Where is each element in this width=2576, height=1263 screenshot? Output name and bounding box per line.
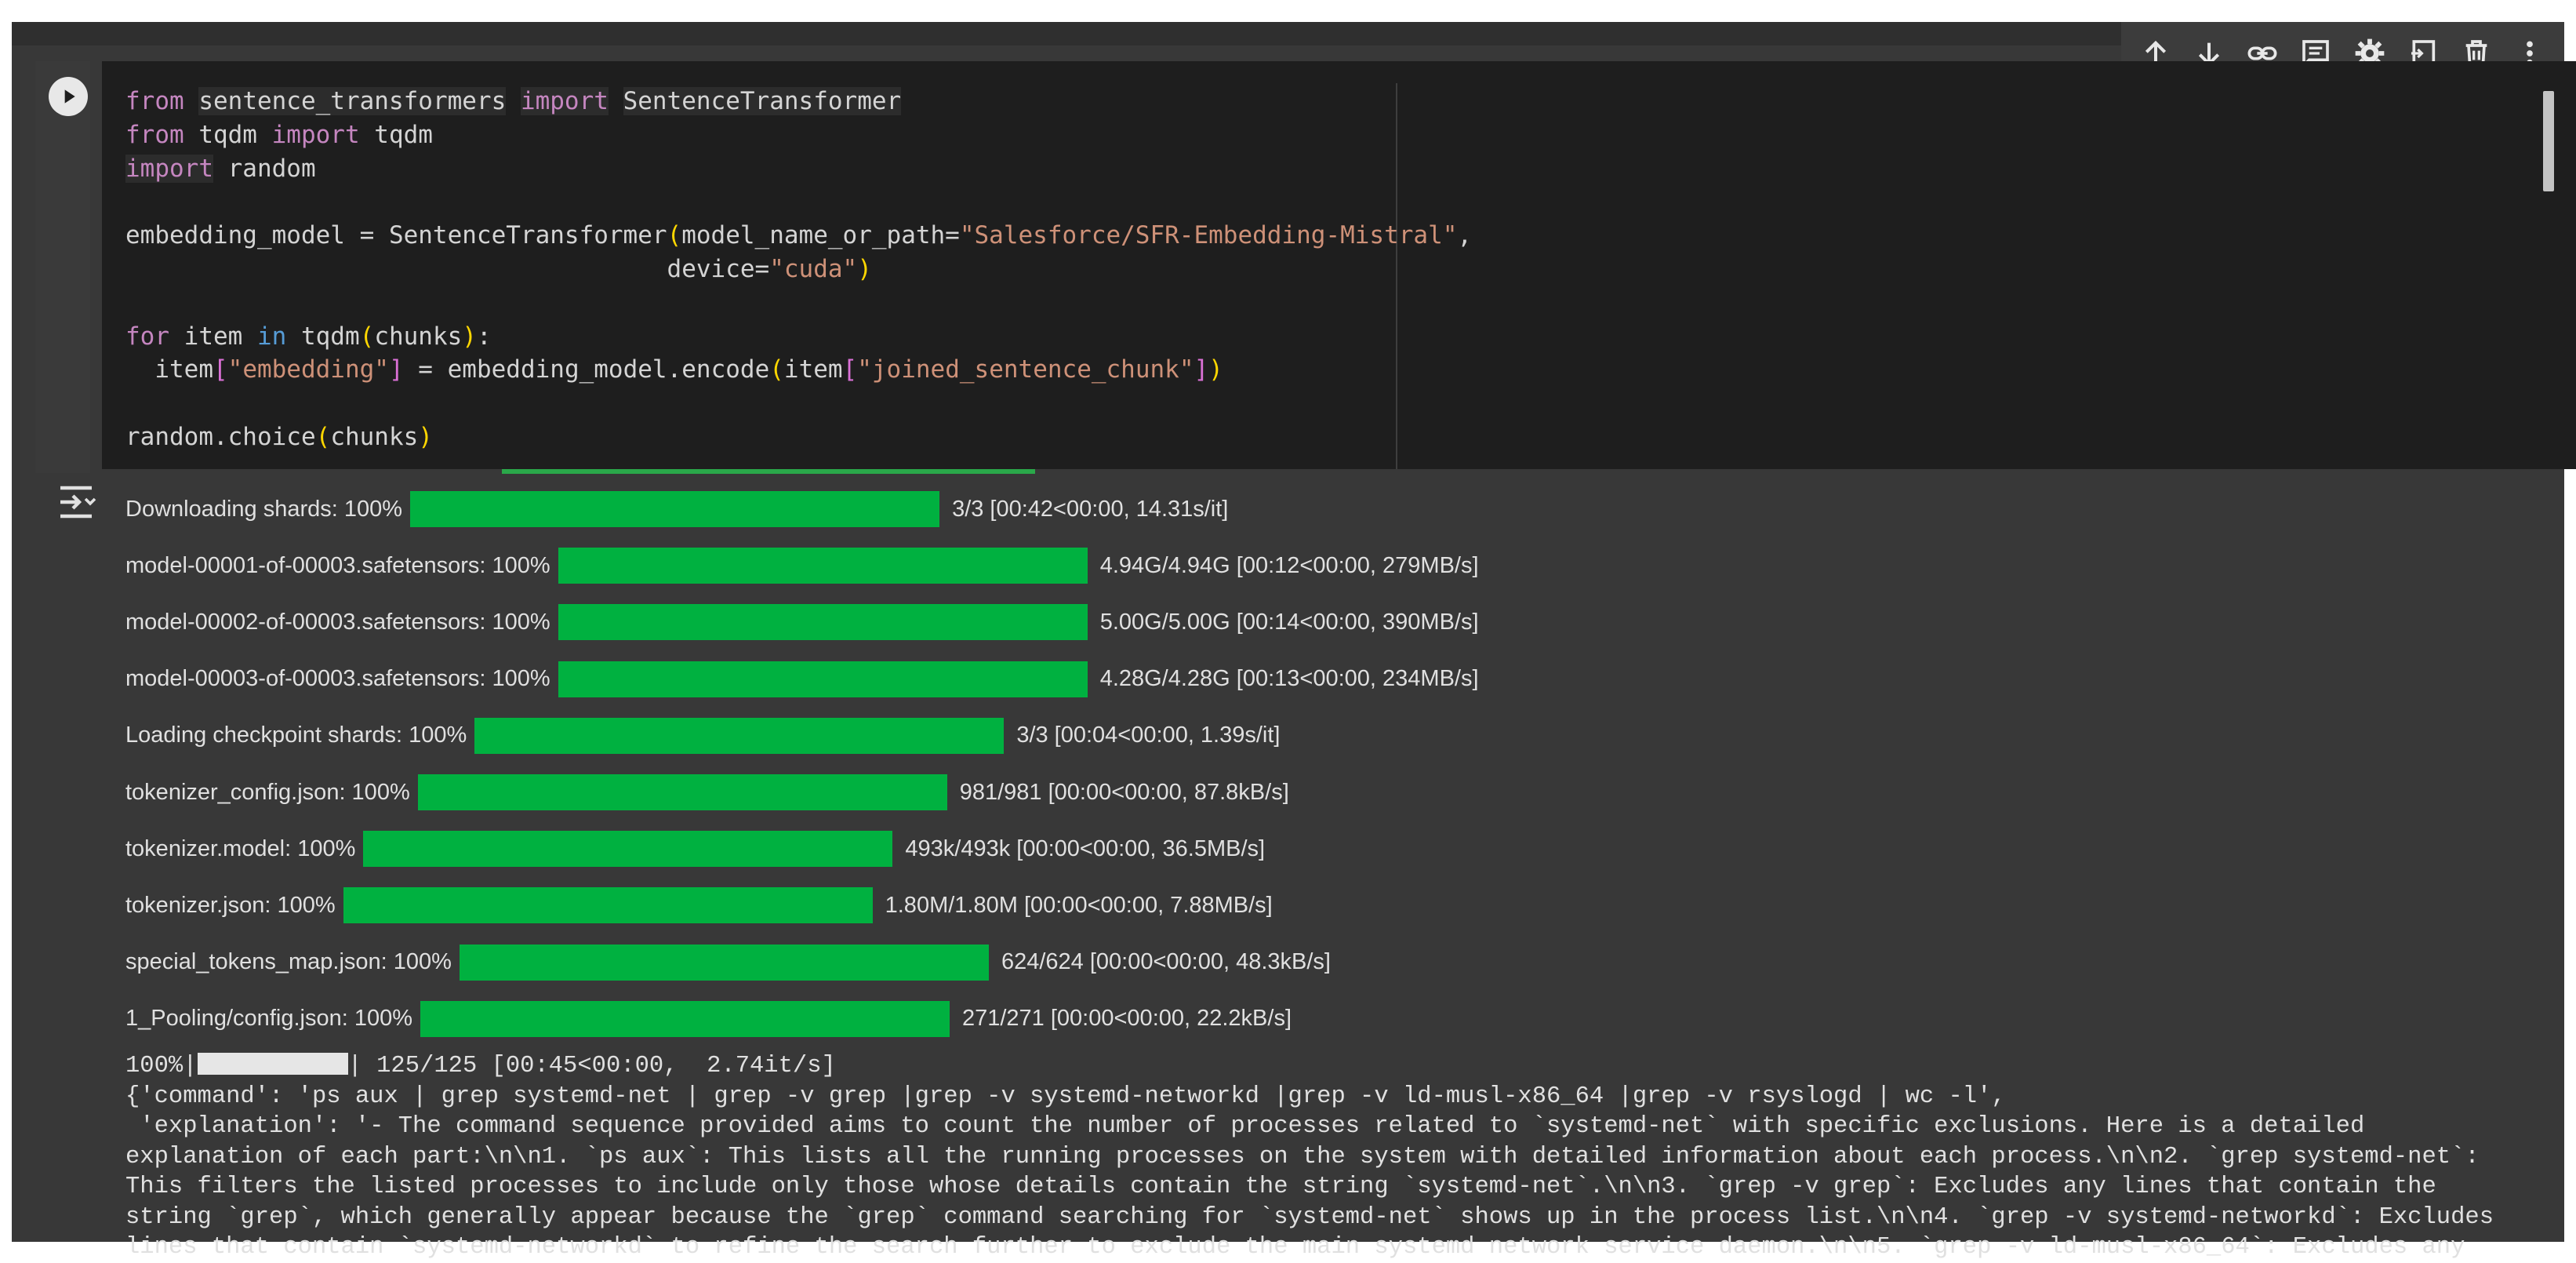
progress-row: special_tokens_map.json: 100% 624/624 [00… <box>125 943 1331 982</box>
progress-bar <box>420 1000 950 1037</box>
raw-line: {'command': 'ps aux | grep systemd-net |… <box>125 1083 2006 1110</box>
progress-row: model-00003-of-00003.safetensors: 100% 4.… <box>125 660 1479 699</box>
progress-bar <box>474 717 1005 754</box>
progress-bar <box>558 604 1088 641</box>
raw-line: explanation of each part:\n\n1. `ps aux`… <box>125 1143 2480 1170</box>
execution-progress-bar <box>502 469 1035 474</box>
progress-bar <box>410 491 940 527</box>
raw-output: 100%| | 125/125 [00:45<00:00, 2.74it/s] {… <box>125 1051 2494 1263</box>
cell-gutter <box>35 61 90 473</box>
progress-stats: 624/624 [00:00<00:00, 48.3kB/s] <box>1001 949 1331 975</box>
code-editor[interactable]: from sentence_transformers import Senten… <box>102 61 2576 469</box>
code-line-11: random.choice(chunks) <box>125 422 433 451</box>
progress-row: tokenizer.model: 100% 493k/493k [00:00<00… <box>125 829 1265 868</box>
progress-row: model-00002-of-00003.safetensors: 100% 5.… <box>125 602 1479 642</box>
code-text[interactable]: from sentence_transformers import Senten… <box>125 85 1472 454</box>
progress-label: tokenizer_config.json: 100% <box>125 779 410 805</box>
progress-stats: 493k/493k [00:00<00:00, 36.5MB/s] <box>905 835 1266 861</box>
progress-row: 1_Pooling/config.json: 100% 271/271 [00:0… <box>125 999 1292 1039</box>
progress-row: Loading checkpoint shards: 100% 3/3 [00:0… <box>125 716 1281 755</box>
raw-line: string `grep`, which generally appear be… <box>125 1203 2494 1231</box>
progress-stats: 4.94G/4.94G [00:12<00:00, 279MB/s] <box>1099 552 1479 578</box>
progress-bar <box>343 887 873 924</box>
progress-stats: 4.28G/4.28G [00:13<00:00, 234MB/s] <box>1099 666 1479 692</box>
progress-bar <box>558 548 1088 584</box>
progress-bar <box>417 774 947 810</box>
output-toggle-icon[interactable] <box>57 483 100 521</box>
code-line-6: device="cuda") <box>125 254 872 283</box>
raw-line: This filters the listed processes to inc… <box>125 1174 2436 1200</box>
tqdm-line: 100%| | 125/125 [00:45<00:00, 2.74it/s] <box>125 1053 836 1079</box>
code-line-1: from sentence_transformers import Senten… <box>125 87 902 115</box>
editor-scrollbar[interactable] <box>2543 91 2554 191</box>
progress-bar <box>558 661 1088 697</box>
notebook-cell: from sentence_transformers import Senten… <box>12 22 2576 1261</box>
code-line-9: item["embedding"] = embedding_model.enco… <box>125 355 1223 384</box>
progress-stats: 3/3 [00:42<00:00, 14.31s/it] <box>952 496 1229 522</box>
progress-row: Downloading shards: 100% 3/3 [00:42<00:00… <box>125 490 1228 529</box>
progress-label: model-00003-of-00003.safetensors: 100% <box>125 666 550 692</box>
progress-bar <box>363 831 893 868</box>
progress-label: model-00001-of-00003.safetensors: 100% <box>125 552 550 578</box>
raw-line: 'explanation': '- The command sequence p… <box>125 1113 2365 1140</box>
progress-bar <box>459 944 989 981</box>
code-line-3: import random <box>125 154 316 183</box>
code-line-5: embedding_model = SentenceTransformer(mo… <box>125 221 1473 250</box>
progress-label: special_tokens_map.json: 100% <box>125 949 452 975</box>
progress-stats: 3/3 [00:04<00:00, 1.39s/it] <box>1016 722 1281 748</box>
play-icon <box>64 89 75 104</box>
code-line-8: for item in tqdm(chunks): <box>125 322 492 351</box>
progress-label: tokenizer.model: 100% <box>125 835 356 861</box>
progress-row: tokenizer.json: 100% 1.80M/1.80M [00:00<0… <box>125 886 1273 925</box>
progress-label: model-00002-of-00003.safetensors: 100% <box>125 609 550 635</box>
tqdm-bar <box>197 1053 348 1075</box>
progress-stats: 1.80M/1.80M [00:00<00:00, 7.88MB/s] <box>885 892 1273 918</box>
progress-row: tokenizer_config.json: 100% 981/981 [00:0… <box>125 773 1289 812</box>
progress-stats: 5.00G/5.00G [00:14<00:00, 390MB/s] <box>1099 609 1479 635</box>
progress-label: Loading checkpoint shards: 100% <box>125 722 467 748</box>
code-line-2: from tqdm import tqdm <box>125 120 433 149</box>
progress-label: Downloading shards: 100% <box>125 496 403 522</box>
progress-label: 1_Pooling/config.json: 100% <box>125 1006 412 1032</box>
progress-stats: 271/271 [00:00<00:00, 22.2kB/s] <box>961 1006 1292 1032</box>
raw-line: lines that contain `systemd-networkd` to… <box>125 1234 2465 1261</box>
progress-label: tokenizer.json: 100% <box>125 892 336 918</box>
progress-stats: 981/981 [00:00<00:00, 87.8kB/s] <box>959 779 1289 805</box>
run-cell-button[interactable] <box>49 77 88 116</box>
progress-row: model-00001-of-00003.safetensors: 100% 4.… <box>125 546 1479 585</box>
